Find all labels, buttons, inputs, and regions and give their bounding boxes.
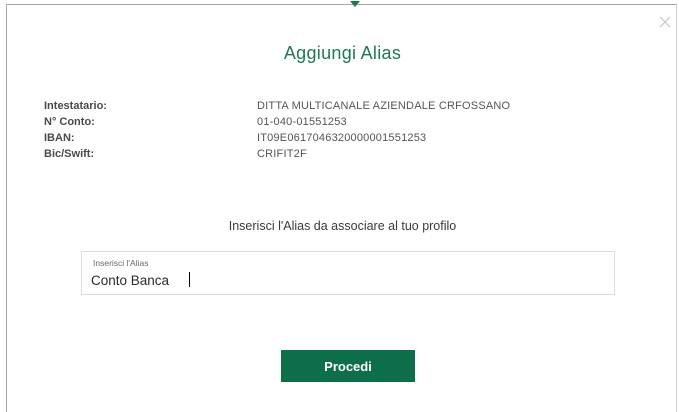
account-number-row: N° Conto: 01-040-01551253 [44, 114, 510, 130]
alias-field-label: Inserisci l'Alias [93, 258, 149, 268]
dialog-title: Aggiungi Alias [283, 43, 402, 63]
account-holder-value: DITTA MULTICANALE AZIENDALE CRFOSSANO [257, 100, 511, 112]
dialog-pointer-arrow [350, 1, 360, 7]
alias-field[interactable]: Inserisci l'Alias [81, 251, 615, 295]
account-number-label: N° Conto: [44, 116, 95, 128]
close-icon[interactable] [657, 14, 673, 30]
bic-swift-label: Bic/Swift: [44, 148, 95, 160]
account-number-value: 01-040-01551253 [257, 116, 347, 128]
alias-input[interactable] [91, 270, 591, 290]
account-details: Intestatario: DITTA MULTICANALE AZIENDAL… [44, 98, 510, 162]
bic-swift-value: CRIFIT2F [257, 148, 307, 160]
account-holder-label: Intestatario: [44, 100, 107, 112]
iban-row: IBAN: IT09E0617046320000001551253 [44, 130, 510, 146]
iban-value: IT09E0617046320000001551253 [257, 132, 427, 144]
iban-label: IBAN: [44, 132, 75, 144]
alias-instruction: Inserisci l'Alias da associare al tuo pr… [228, 219, 457, 233]
add-alias-dialog: Aggiungi Alias Intestatario: DITTA MULTI… [6, 1, 677, 412]
account-holder-row: Intestatario: DITTA MULTICANALE AZIENDAL… [44, 98, 510, 114]
text-caret [189, 272, 190, 287]
bic-swift-row: Bic/Swift: CRIFIT2F [44, 146, 510, 162]
proceed-button[interactable]: Procedi [281, 350, 415, 382]
